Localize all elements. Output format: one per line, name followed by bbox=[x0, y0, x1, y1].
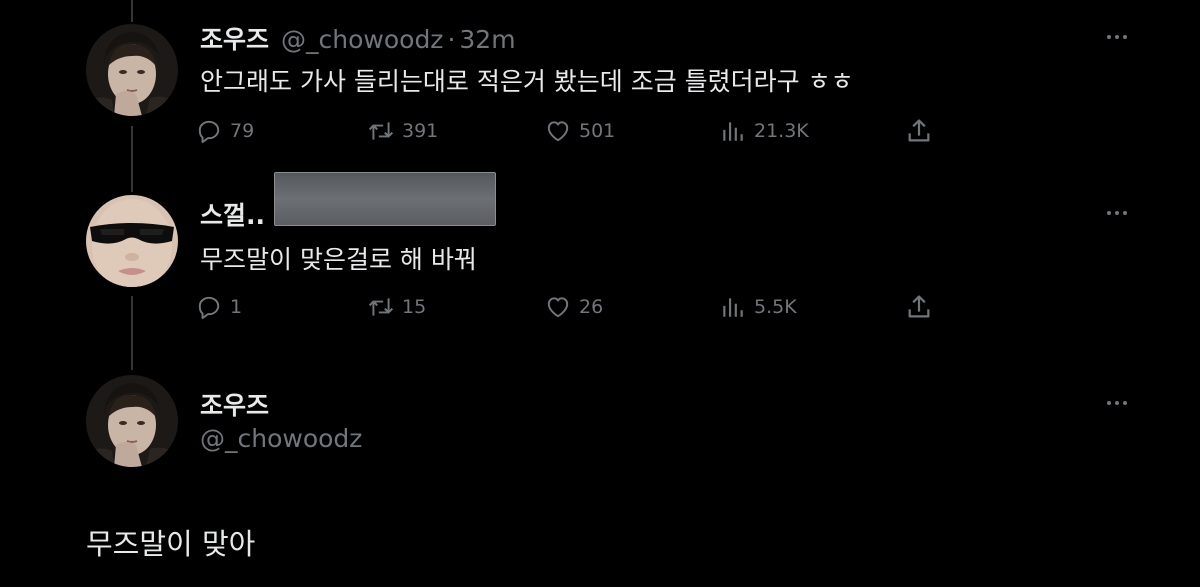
more-icon bbox=[1107, 211, 1111, 215]
reply-count: 79 bbox=[230, 120, 255, 142]
reply-button[interactable]: 1 bbox=[196, 294, 242, 320]
retweet-button[interactable]: 15 bbox=[368, 294, 426, 320]
views-icon bbox=[723, 298, 743, 317]
display-name[interactable]: 조우즈 bbox=[200, 386, 269, 422]
views-icon bbox=[723, 122, 743, 141]
like-icon bbox=[547, 121, 569, 142]
retweet-icon bbox=[368, 298, 394, 316]
like-button[interactable]: 501 bbox=[545, 118, 615, 144]
user-handle[interactable]: @_chowoodz bbox=[200, 424, 362, 453]
tweet-text: 안그래도 가사 들리는대로 적은거 봤는데 조금 틀렸더라구 ㅎㅎ bbox=[200, 67, 854, 96]
share-button[interactable] bbox=[905, 293, 933, 321]
views-count: 21.3K bbox=[754, 120, 809, 142]
like-count: 501 bbox=[579, 120, 616, 142]
avatar-photo bbox=[86, 195, 178, 287]
thread-line bbox=[131, 296, 133, 370]
main-tweet-text: 무즈말이 맞아 bbox=[86, 527, 256, 561]
tweet-header: 스껄.. bbox=[200, 196, 265, 232]
retweet-count: 391 bbox=[402, 120, 439, 142]
tweet-text: 무즈말이 맞은걸로 해 바꿔 bbox=[200, 245, 477, 274]
like-button[interactable]: 26 bbox=[545, 294, 603, 320]
timestamp[interactable]: 32m bbox=[459, 25, 515, 54]
avatar[interactable] bbox=[86, 375, 178, 467]
thread-line bbox=[131, 126, 133, 192]
retweet-icon bbox=[368, 122, 394, 140]
tweet-header: 조우즈 @_chowoodz · 32m bbox=[200, 20, 516, 56]
like-count: 26 bbox=[579, 296, 604, 318]
display-name[interactable]: 스껄.. bbox=[200, 196, 265, 232]
retweet-button[interactable]: 391 bbox=[368, 118, 438, 144]
avatar[interactable] bbox=[86, 195, 178, 287]
like-icon bbox=[547, 297, 569, 318]
redacted-handle bbox=[274, 172, 496, 226]
views-button[interactable]: 5.5K bbox=[720, 294, 797, 320]
thread-line bbox=[131, 0, 133, 22]
avatar-photo bbox=[86, 375, 178, 467]
share-icon bbox=[908, 119, 930, 142]
views-count: 5.5K bbox=[754, 296, 797, 318]
more-button[interactable] bbox=[1107, 211, 1127, 215]
display-name[interactable]: 조우즈 bbox=[200, 20, 269, 56]
share-icon bbox=[908, 295, 930, 318]
share-button[interactable] bbox=[905, 117, 933, 145]
more-button[interactable] bbox=[1107, 401, 1127, 405]
main-tweet-header: 조우즈 bbox=[200, 386, 269, 422]
avatar[interactable] bbox=[86, 24, 178, 116]
reply-icon bbox=[198, 296, 220, 320]
avatar-photo bbox=[86, 24, 178, 116]
more-icon bbox=[1107, 35, 1111, 39]
reply-icon bbox=[198, 120, 220, 144]
retweet-count: 15 bbox=[402, 296, 427, 318]
reply-count: 1 bbox=[230, 296, 243, 318]
views-button[interactable]: 21.3K bbox=[720, 118, 809, 144]
user-handle[interactable]: @_chowoodz bbox=[281, 25, 443, 54]
separator-dot: · bbox=[447, 25, 456, 54]
reply-button[interactable]: 79 bbox=[196, 118, 254, 144]
more-button[interactable] bbox=[1107, 35, 1127, 39]
more-icon bbox=[1107, 401, 1111, 405]
